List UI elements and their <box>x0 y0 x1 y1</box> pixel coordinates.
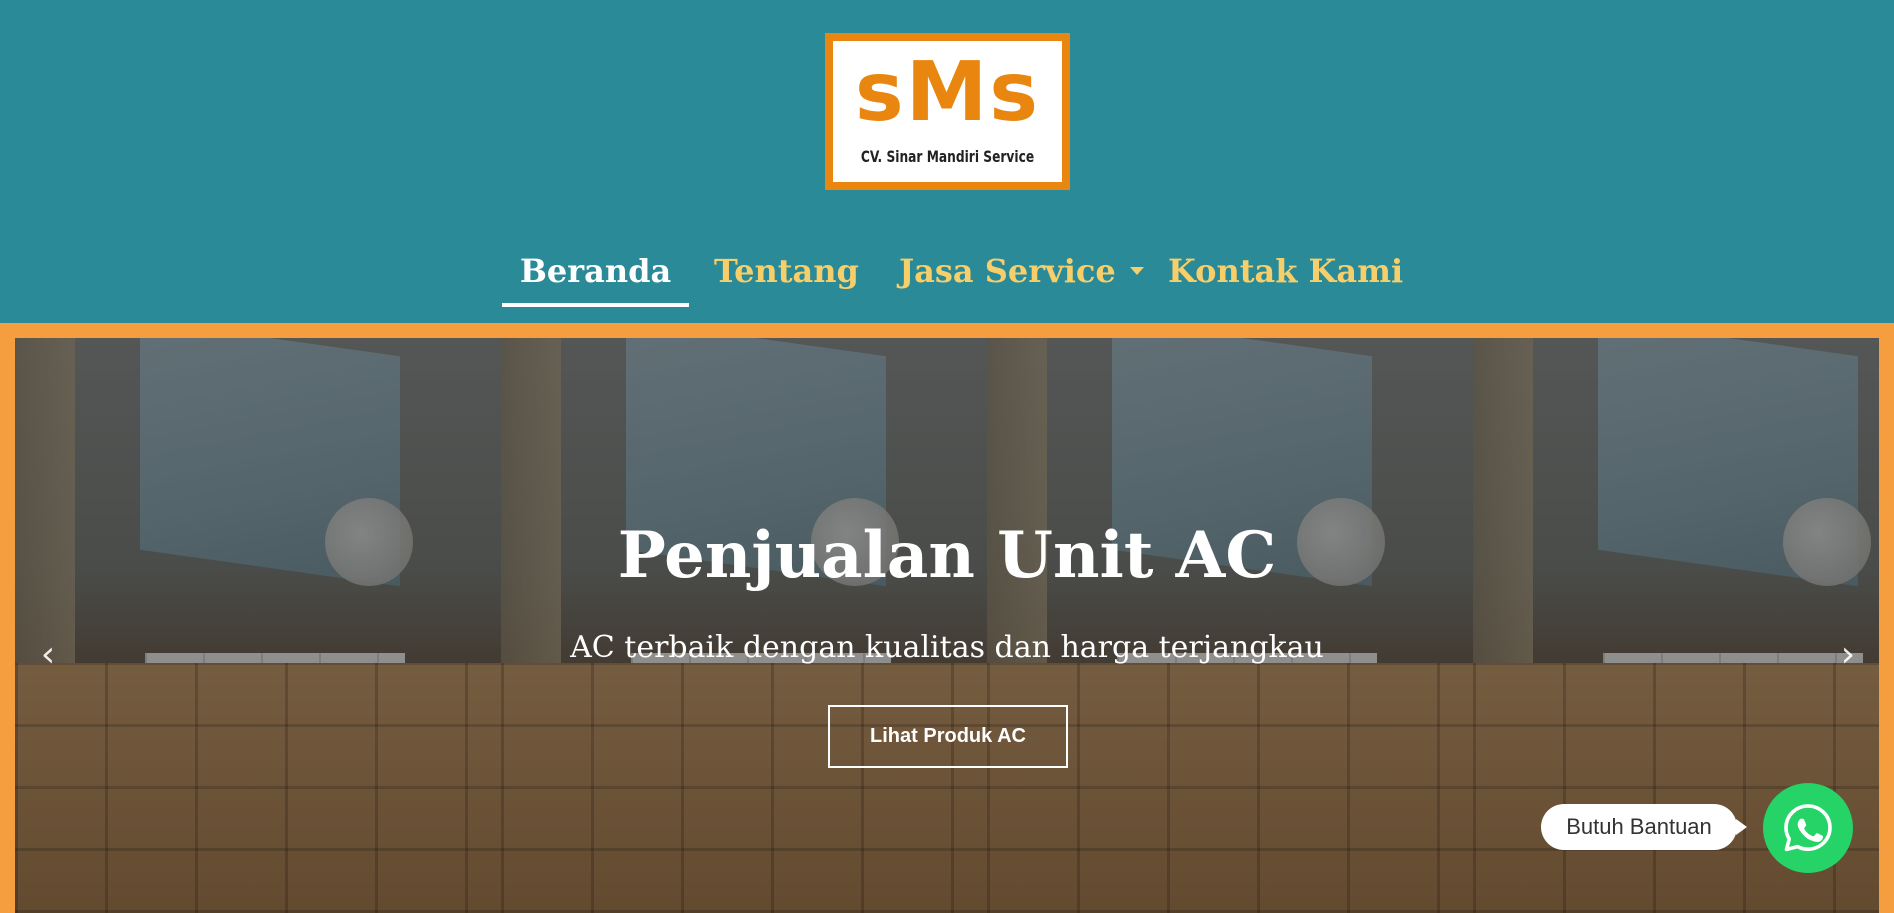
chevron-right-icon[interactable]: › <box>1833 635 1863 675</box>
site-header: sMs CV. Sinar Mandiri Service Beranda Te… <box>0 0 1894 323</box>
nav-item-kontak-kami[interactable]: Kontak Kami <box>1168 245 1403 307</box>
view-ac-products-button[interactable]: Lihat Produk AC <box>828 705 1068 768</box>
whatsapp-button[interactable] <box>1763 783 1853 873</box>
logo-mark: sMs <box>854 45 1041 140</box>
logo-inner: sMs CV. Sinar Mandiri Service <box>833 41 1062 182</box>
nav-item-label: Tentang <box>714 252 859 290</box>
site-logo[interactable]: sMs CV. Sinar Mandiri Service <box>825 33 1070 190</box>
hero-title: Penjualan Unit AC <box>617 518 1277 593</box>
help-bubble[interactable]: Butuh Bantuan <box>1541 804 1747 850</box>
logo-subtitle: CV. Sinar Mandiri Service <box>860 147 1035 166</box>
main-nav: Beranda Tentang Jasa Service Kontak Kami <box>0 245 1894 311</box>
nav-item-label: Beranda <box>519 252 672 290</box>
nav-item-label: Jasa Service <box>899 252 1116 290</box>
nav-item-tentang[interactable]: Tentang <box>714 245 859 307</box>
nav-item-jasa-service[interactable]: Jasa Service <box>899 245 1144 307</box>
nav-item-label: Kontak Kami <box>1168 252 1404 290</box>
chevron-down-icon <box>1129 266 1144 275</box>
nav-item-beranda[interactable]: Beranda <box>502 245 689 307</box>
chevron-left-icon[interactable]: ‹ <box>33 635 63 675</box>
whatsapp-icon <box>1784 804 1832 852</box>
hero-subtitle: AC terbaik dengan kualitas dan harga ter… <box>570 630 1324 665</box>
